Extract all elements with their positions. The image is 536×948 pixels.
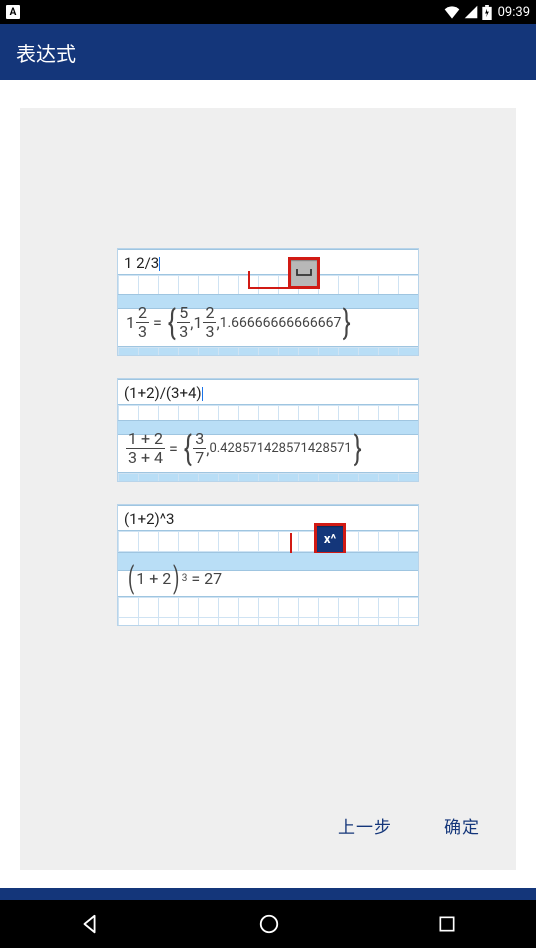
app-title: 表达式 [16,38,76,67]
connector-line [248,287,292,289]
status-right: 09:39 [444,5,530,20]
example1-input-row: 1 2/3 [118,249,418,275]
example1-result: 123 = { 53 , 123 , 1.66666666666667 } [118,295,418,347]
bottom-accent [0,888,536,900]
grid-strip [118,347,418,355]
example2-input: (1+2)/(3+4) [124,384,202,402]
help-panel: 1 2/3 123 = { 53 , 123 [20,108,516,870]
text-cursor [159,257,160,271]
grid-strip [118,275,418,295]
space-key-icon [288,257,320,289]
ok-button[interactable]: 确定 [432,805,492,846]
clock: 09:39 [498,5,530,20]
app-bar: 表达式 [0,24,536,80]
connector-line [290,533,292,555]
recent-icon [437,914,457,934]
grid-strip [118,531,418,553]
battery-charging-icon [482,5,492,20]
status-bar: A 09:39 [0,0,536,24]
home-icon [258,913,280,935]
example-fraction-division: (1+2)/(3+4) 1 + 23 + 4 = { 37 , 0.428571… [117,378,419,482]
navigation-bar [0,900,536,948]
connector-line [248,271,250,289]
wifi-icon [444,5,460,19]
example-mixed-fraction: 1 2/3 123 = { 53 , 123 [117,248,419,356]
status-left: A [6,5,20,19]
prev-button[interactable]: 上一步 [326,805,404,846]
dialog-footer: 上一步 确定 [20,787,516,870]
signal-icon [464,5,478,19]
nav-recent-button[interactable] [437,914,457,934]
nav-back-button[interactable] [79,913,101,935]
exponent-key-icon: x^ [314,523,346,555]
grid-strip [118,473,418,481]
example2-result: 1 + 23 + 4 = { 37 , 0.428571428571428571… [118,421,418,473]
example1-input: 1 2/3 [124,254,159,272]
example3-result: (1 + 2)3 = 27 [118,553,418,597]
grid-strip [118,597,418,625]
text-cursor [202,387,203,401]
app-indicator-icon: A [6,5,20,19]
nav-home-button[interactable] [258,913,280,935]
grid-strip [118,405,418,421]
back-icon [79,913,101,935]
content-area: 1 2/3 123 = { 53 , 123 [0,80,536,888]
example3-input-row: (1+2)^3 [118,505,418,531]
example2-input-row: (1+2)/(3+4) [118,379,418,405]
example-exponent: (1+2)^3 x^ (1 + 2)3 = 27 [117,504,419,626]
example3-input: (1+2)^3 [124,510,174,528]
